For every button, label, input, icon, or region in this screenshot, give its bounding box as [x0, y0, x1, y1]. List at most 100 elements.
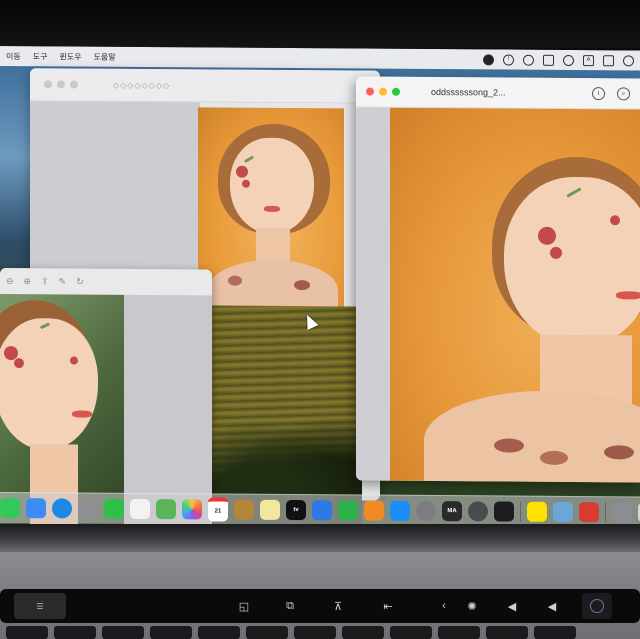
- share-icon[interactable]: ⇪: [41, 276, 49, 287]
- zoom-button[interactable]: [70, 80, 78, 89]
- markup-icon[interactable]: ✎: [59, 276, 67, 287]
- apple-tv-app-icon[interactable]: tv: [286, 499, 306, 521]
- shoulders: [424, 389, 640, 483]
- rewind-icon[interactable]: ‹: [434, 589, 454, 623]
- shoulders: [208, 259, 338, 309]
- finder-window-title: ◇◇◇◇◇◇◇◇: [113, 80, 171, 90]
- preview-app-icon[interactable]: [553, 501, 573, 523]
- face-flower: [538, 226, 556, 245]
- menu-item-tools[interactable]: 도구: [27, 51, 54, 62]
- keyboard-key[interactable]: [6, 626, 48, 639]
- touch-bar: ☰ ◱ ⧉ ⊼ ⇤ ‹ ✺ ◀ ◀︎: [0, 589, 640, 623]
- safari-app-icon[interactable]: [52, 498, 72, 519]
- keyboard-key[interactable]: [486, 626, 528, 639]
- battery-status-icon[interactable]: [603, 54, 614, 66]
- brightness-up-icon[interactable]: ⧉: [278, 589, 302, 623]
- rotate-icon[interactable]: ↻: [76, 276, 84, 287]
- zoom-button[interactable]: [392, 87, 400, 96]
- menu-item-window[interactable]: 윈도우: [53, 51, 87, 62]
- collar-flower: [494, 438, 524, 453]
- messages-app-icon[interactable]: [0, 498, 20, 519]
- mission-control-icon[interactable]: ⊼: [326, 589, 350, 623]
- bell-status-icon[interactable]: [523, 54, 534, 66]
- menu-icon[interactable]: ☰: [14, 593, 66, 619]
- preview-window[interactable]: oddssssssong_2... i ⌕: [356, 76, 640, 483]
- finder-toolbar: ◇◇◇◇◇◇◇◇: [30, 68, 380, 104]
- photo-booth-app-icon[interactable]: [579, 502, 599, 523]
- mute-icon[interactable]: ◀: [500, 589, 524, 623]
- zoom-in-icon[interactable]: ⊕: [24, 276, 32, 287]
- dock: 21 tv MA: [0, 491, 640, 528]
- search-icon[interactable]: ⌕: [617, 86, 630, 100]
- ma-app-icon[interactable]: MA: [442, 501, 462, 522]
- alert-status-icon[interactable]: !: [503, 54, 514, 66]
- preview-sidebar: [356, 107, 390, 481]
- siri-icon[interactable]: [582, 593, 612, 619]
- launchpad-icon[interactable]: ⇤: [376, 589, 400, 623]
- numbers-app-icon[interactable]: [338, 500, 358, 521]
- menu-item-go[interactable]: 이동: [0, 51, 27, 62]
- small-preview-toolbar: ⊖ ⊕ ⇪ ✎ ↻: [0, 268, 212, 296]
- app-store-app-icon[interactable]: [390, 500, 410, 521]
- keyboard-key[interactable]: [150, 626, 192, 639]
- keyboard-key[interactable]: [246, 626, 288, 639]
- steam-app-icon[interactable]: [468, 501, 488, 522]
- close-button[interactable]: [44, 80, 52, 89]
- system-preferences-app-icon[interactable]: [416, 500, 436, 522]
- menu-item-help[interactable]: 도움말: [88, 51, 122, 62]
- photos-app-icon[interactable]: [182, 499, 202, 520]
- face-flower: [610, 215, 620, 226]
- facetime-app-icon[interactable]: [104, 498, 124, 519]
- lips: [72, 410, 92, 418]
- unity-app-icon[interactable]: [494, 501, 514, 522]
- play-pause-icon[interactable]: ✺: [460, 589, 484, 623]
- face-flower: [14, 358, 24, 369]
- wifi-icon[interactable]: [623, 54, 634, 66]
- keyboard-key[interactable]: [342, 626, 384, 639]
- downloads-folder-icon[interactable]: [612, 502, 632, 523]
- notes-app-icon[interactable]: [260, 499, 280, 520]
- keyboard-key[interactable]: [102, 626, 144, 639]
- keyboard-key[interactable]: [534, 626, 576, 639]
- zoom-out-icon[interactable]: ⊖: [6, 276, 14, 287]
- lips: [264, 205, 280, 212]
- portrait-photo-orange: [390, 107, 640, 483]
- screen: 이동 도구 윈도우 도움말 ! A ◇◇◇◇◇◇◇◇ ⊖ ⊕ ⇪ ✎ ↻ odd…: [0, 46, 640, 529]
- laptop-bezel: [0, 0, 640, 48]
- keyboard-key[interactable]: [438, 626, 480, 639]
- keynote-app-icon[interactable]: [312, 500, 332, 521]
- headphones-status-icon[interactable]: [563, 54, 574, 66]
- minimize-button[interactable]: [57, 80, 65, 89]
- preview-filename: oddssssssong_2...: [431, 87, 506, 98]
- reminders-app-icon[interactable]: [130, 498, 150, 520]
- portrait-photo-center[interactable]: [198, 107, 344, 309]
- minimize-button[interactable]: [379, 87, 387, 96]
- calendar-app-icon[interactable]: 21: [208, 497, 228, 522]
- volume-icon[interactable]: ◀︎: [540, 589, 564, 623]
- keyboard-key[interactable]: [198, 626, 240, 639]
- launchpad-app-icon[interactable]: [78, 498, 98, 519]
- keyboard-key[interactable]: [54, 626, 96, 639]
- info-icon[interactable]: i: [592, 86, 605, 100]
- collar-flower: [228, 275, 242, 286]
- chat-status-icon[interactable]: [483, 53, 494, 65]
- collar-flower: [540, 450, 568, 465]
- input-source-icon[interactable]: A: [583, 54, 594, 66]
- small-preview-window[interactable]: ⊖ ⊕ ⇪ ✎ ↻: [0, 268, 212, 528]
- finder-brown-app-icon[interactable]: [234, 499, 254, 520]
- maps-app-icon[interactable]: [156, 499, 176, 520]
- face-flower: [550, 246, 562, 259]
- keyboard-key[interactable]: [390, 626, 432, 639]
- display-status-icon[interactable]: [543, 54, 554, 66]
- keyboard-key[interactable]: [294, 626, 336, 639]
- face-flower: [236, 165, 248, 178]
- collar-flower: [294, 280, 310, 291]
- face: [0, 317, 98, 451]
- pages-app-icon[interactable]: [364, 500, 384, 521]
- kakaotalk-app-icon[interactable]: [527, 501, 547, 522]
- mail-app-icon[interactable]: [26, 498, 46, 519]
- close-button[interactable]: [366, 87, 374, 96]
- keyboard-top-row: [0, 626, 640, 639]
- brightness-down-icon[interactable]: ◱: [232, 589, 256, 623]
- lips: [616, 291, 640, 300]
